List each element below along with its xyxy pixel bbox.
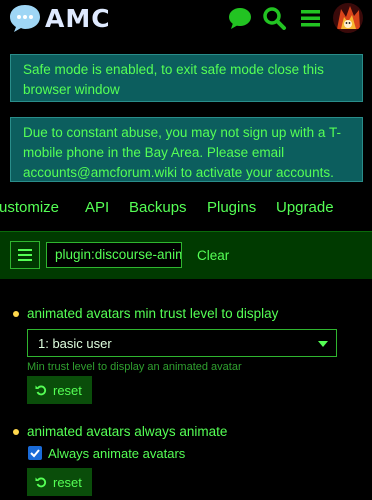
setting-label-min-trust-level: animated avatars min trust level to disp… <box>27 306 279 321</box>
reset-always-animate-button[interactable]: reset <box>27 468 92 496</box>
search-icon[interactable] <box>262 6 288 30</box>
clear-filter-button[interactable]: Clear <box>197 248 229 263</box>
admin-nav-tabs: ustomize API Backups Plugins Upgrade <box>0 196 372 222</box>
setting-bullet-icon <box>13 311 19 317</box>
site-logo[interactable]: AMC <box>8 3 111 33</box>
tab-plugins[interactable]: Plugins <box>207 199 256 216</box>
chat-bubble-icon[interactable] <box>227 6 253 30</box>
setting-bullet-icon <box>13 429 19 435</box>
tab-upgrade[interactable]: Upgrade <box>276 199 334 216</box>
always-animate-checkbox-label[interactable]: Always animate avatars <box>48 446 185 461</box>
setting-label-always-animate: animated avatars always animate <box>27 424 228 439</box>
hamburger-menu-icon[interactable] <box>298 6 324 30</box>
min-trust-level-select[interactable]: 1: basic user <box>27 329 337 357</box>
tab-backups[interactable]: Backups <box>129 199 187 216</box>
reset-label: reset <box>53 474 82 490</box>
notice-alert: Due to constant abuse, you may not sign … <box>10 117 363 182</box>
logo-text: AMC <box>45 3 111 33</box>
site-header: AMC <box>0 0 372 40</box>
tab-api[interactable]: API <box>85 199 109 216</box>
always-animate-checkbox[interactable] <box>28 446 42 460</box>
notice-alert-text: Due to constant abuse, you may not sign … <box>23 125 341 180</box>
settings-filter-input[interactable]: plugin:discourse-anim <box>46 242 182 268</box>
user-avatar[interactable] <box>333 3 363 33</box>
checkmark-icon <box>30 449 40 458</box>
avatar-image <box>333 3 363 33</box>
undo-icon <box>35 477 47 488</box>
undo-icon <box>35 385 47 396</box>
tab-customize[interactable]: ustomize <box>0 199 59 216</box>
category-menu-button[interactable] <box>10 241 40 269</box>
reset-min-trust-level-button[interactable]: reset <box>27 376 92 404</box>
safe-mode-alert: Safe mode is enabled, to exit safe mode … <box>10 54 363 102</box>
settings-filter-bar: plugin:discourse-anim Clear <box>0 231 372 279</box>
select-value: 1: basic user <box>38 336 112 351</box>
reset-label: reset <box>53 382 82 398</box>
setting-description: Min trust level to display an animated a… <box>27 361 242 373</box>
hamburger-icon <box>18 249 32 261</box>
caret-down-icon <box>318 341 328 347</box>
safe-mode-alert-text: Safe mode is enabled, to exit safe mode … <box>23 62 324 97</box>
logo-bubble-icon <box>10 5 40 32</box>
